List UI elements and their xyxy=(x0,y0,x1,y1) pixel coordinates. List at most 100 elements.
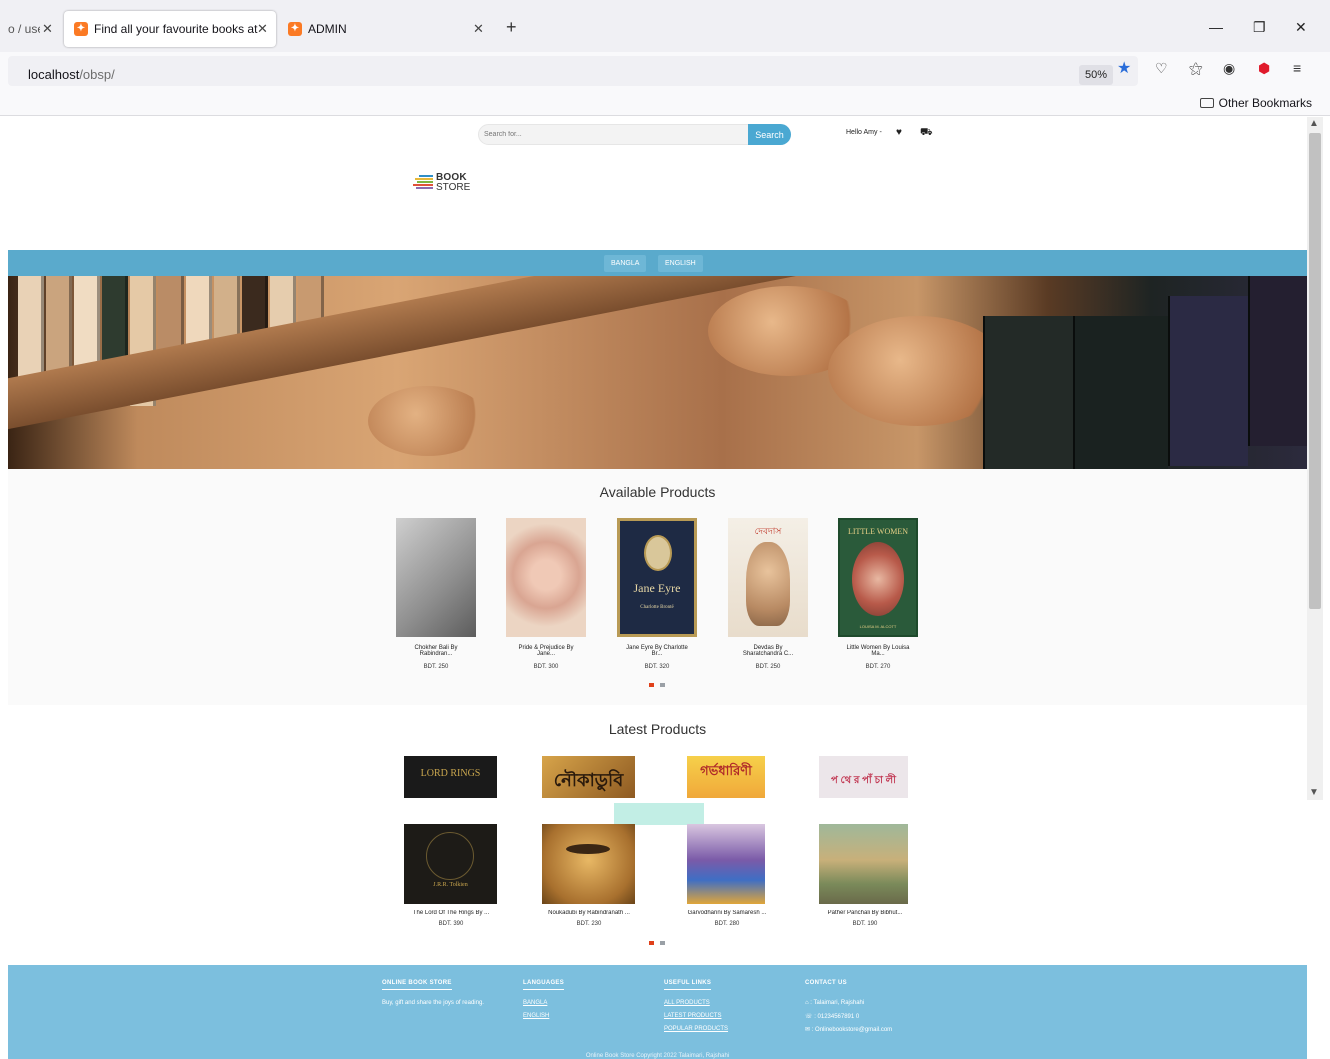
shield-icon[interactable]: ⬢ xyxy=(1258,60,1270,77)
close-icon[interactable]: ✕ xyxy=(257,21,268,37)
product-name[interactable]: Noukadubi By Rabindranath ... xyxy=(534,910,644,916)
url-text[interactable]: localhost/obsp/ xyxy=(28,67,115,82)
minimize-icon[interactable]: — xyxy=(1209,19,1223,35)
browser-tabstrip: o / use ✕ ✦ Find all your favourite book… xyxy=(0,0,1330,52)
tab-active[interactable]: ✦ Find all your favourite books at ✕ xyxy=(64,11,276,47)
product-name[interactable]: Pride & Prejudice By Jane... xyxy=(496,645,596,657)
tab-2-title: Find all your favourite books at xyxy=(94,22,258,36)
book-cover[interactable]: দেবদাস xyxy=(728,518,808,637)
site-favicon-icon: ✦ xyxy=(288,22,302,36)
other-bookmarks-label: Other Bookmarks xyxy=(1218,96,1312,110)
account-icon[interactable]: ◉ xyxy=(1223,60,1235,77)
star-icon[interactable]: ★ xyxy=(1117,58,1131,78)
tab-3[interactable]: ✦ ADMIN ✕ xyxy=(288,11,488,47)
book-cover[interactable]: প থে র পাঁ চা লী xyxy=(819,756,908,798)
zoom-badge[interactable]: 50% xyxy=(1079,65,1114,85)
menu-icon[interactable]: ≡ xyxy=(1293,60,1301,76)
restore-icon[interactable]: ❐ xyxy=(1253,19,1266,36)
book-block xyxy=(1168,296,1248,466)
product-name[interactable]: Garvodharini By Samaresh ... xyxy=(672,910,782,916)
book-cover[interactable] xyxy=(819,824,908,904)
available-products-title: Available Products xyxy=(599,484,716,500)
user-greeting[interactable]: Hello Amy - xyxy=(846,129,882,136)
footer-email: ✉ : Onlinebookstore@gmail.com xyxy=(805,1026,892,1033)
tab-1-title: o / use xyxy=(8,22,40,36)
search-button[interactable]: Search xyxy=(748,124,791,145)
url-host: localhost xyxy=(28,67,80,82)
cover-title: প থে র পাঁ চা লী xyxy=(830,775,896,786)
product-price: BDT. 280 xyxy=(714,921,740,927)
book-cover[interactable] xyxy=(506,518,586,637)
close-icon[interactable]: ✕ xyxy=(473,21,484,37)
product-name[interactable]: The Lord Of The Rings By ... xyxy=(396,910,506,916)
product-price: BDT. 250 xyxy=(755,664,781,670)
footer-tagline: Buy, gift and share the joys of reading. xyxy=(382,1000,484,1006)
close-icon[interactable]: ✕ xyxy=(42,21,53,37)
portrait-decoration xyxy=(852,542,904,616)
new-tab-button[interactable]: + xyxy=(506,17,517,38)
tab-3-title: ADMIN xyxy=(308,22,347,36)
cover-title: নৌকাডুবি xyxy=(553,770,624,790)
book-cover[interactable] xyxy=(687,824,765,904)
book-cover[interactable]: গর্ভধারিণী xyxy=(687,756,765,798)
site-logo[interactable]: BOOK STORE xyxy=(413,172,473,194)
book-cover[interactable]: Jane Eyre Charlotte Brontë xyxy=(617,518,697,637)
bookmarks-bar: Other Bookmarks xyxy=(0,88,1330,116)
nav-item-english[interactable]: ENGLISH xyxy=(658,255,703,272)
cover-author: J.R.R. Tolkien xyxy=(433,882,468,888)
pocket-icon[interactable]: ♡ xyxy=(1155,60,1168,77)
envelope-icon: ✉ xyxy=(805,1027,811,1033)
other-bookmarks[interactable]: Other Bookmarks xyxy=(1199,96,1312,110)
window-close-icon[interactable]: ✕ xyxy=(1295,19,1307,36)
scroll-up-icon[interactable]: ▲ xyxy=(1309,118,1319,129)
product-price: BDT. 190 xyxy=(852,921,878,927)
footer-link-popular-products[interactable]: POPULAR PRODUCTS xyxy=(664,1026,728,1032)
footer-address: ⌂ : Talaimari, Rajshahi xyxy=(805,1000,864,1006)
book-cover[interactable] xyxy=(542,824,635,904)
scroll-down-icon[interactable]: ▼ xyxy=(1309,787,1319,798)
carousel-dot[interactable] xyxy=(660,941,665,945)
heart-icon[interactable]: ♥ xyxy=(896,127,902,138)
cover-title: LORD RINGS xyxy=(420,768,481,779)
book-block xyxy=(1248,276,1307,446)
footer-link-bangla[interactable]: BANGLA xyxy=(523,1000,547,1006)
book-cover[interactable]: J.R.R. Tolkien xyxy=(404,824,497,904)
cart-icon[interactable]: ⛟ xyxy=(920,127,933,140)
page-viewport: Search Hello Amy - ♥ ⛟ BOOK STORE BANGLA… xyxy=(8,117,1307,1059)
product-name-line: Rabindran... xyxy=(419,651,453,657)
book-cover[interactable]: নৌকাডুবি xyxy=(542,756,635,798)
search-input[interactable] xyxy=(478,124,750,145)
home-icon: ⌂ xyxy=(805,1000,809,1006)
product-name[interactable]: Little Women By Louisa Ma... xyxy=(828,645,928,657)
scrollbar-thumb[interactable] xyxy=(1309,133,1321,609)
product-name-line: Br... xyxy=(651,651,663,657)
book-cover[interactable]: LORD RINGS xyxy=(404,756,497,798)
book-block xyxy=(983,316,1073,469)
address-bar[interactable]: localhost/obsp/ 50% xyxy=(8,56,1138,86)
footer-link-latest-products[interactable]: LATEST PRODUCTS xyxy=(664,1013,721,1019)
product-price: BDT. 270 xyxy=(865,664,891,670)
cover-author: LOUISA M. ALCOTT xyxy=(859,624,897,629)
book-cover[interactable] xyxy=(396,518,476,637)
book-cover[interactable]: LITTLE WOMEN LOUISA M. ALCOTT xyxy=(838,518,918,637)
product-name[interactable]: Pather Panchali By Bibhut... xyxy=(810,910,920,916)
nav-item-bangla[interactable]: BANGLA xyxy=(604,255,647,272)
footer-link-all-products[interactable]: ALL PRODUCTS xyxy=(664,1000,710,1006)
extensions-icon[interactable]: ⚝ xyxy=(1189,60,1203,77)
product-name[interactable]: Jane Eyre By Charlotte Br... xyxy=(607,645,707,657)
cover-title: Jane Eyre xyxy=(633,581,681,595)
carousel-dot-active[interactable] xyxy=(649,683,654,687)
carousel-dot[interactable] xyxy=(660,683,665,687)
footer-phone: ☏ : 01234567891 0 xyxy=(805,1013,859,1020)
available-products-section: Available Products Chokher Bali By Rabin… xyxy=(8,469,1307,705)
product-name-line: Jane... xyxy=(536,651,555,657)
site-footer: ONLINE BOOK STORE Buy, gift and share th… xyxy=(8,965,1307,1059)
carousel-dot-active[interactable] xyxy=(649,941,654,945)
footer-link-english[interactable]: ENGLISH xyxy=(523,1013,549,1019)
cover-title: গর্ভধারিণী xyxy=(700,763,752,778)
tab-1[interactable]: o / use ✕ xyxy=(8,11,58,47)
ring-decoration xyxy=(426,832,474,880)
product-name[interactable]: Devdas By Sharatchandra C... xyxy=(718,645,818,657)
product-name[interactable]: Chokher Bali By Rabindran... xyxy=(386,645,486,657)
category-nav: BANGLA ENGLISH xyxy=(8,250,1307,276)
